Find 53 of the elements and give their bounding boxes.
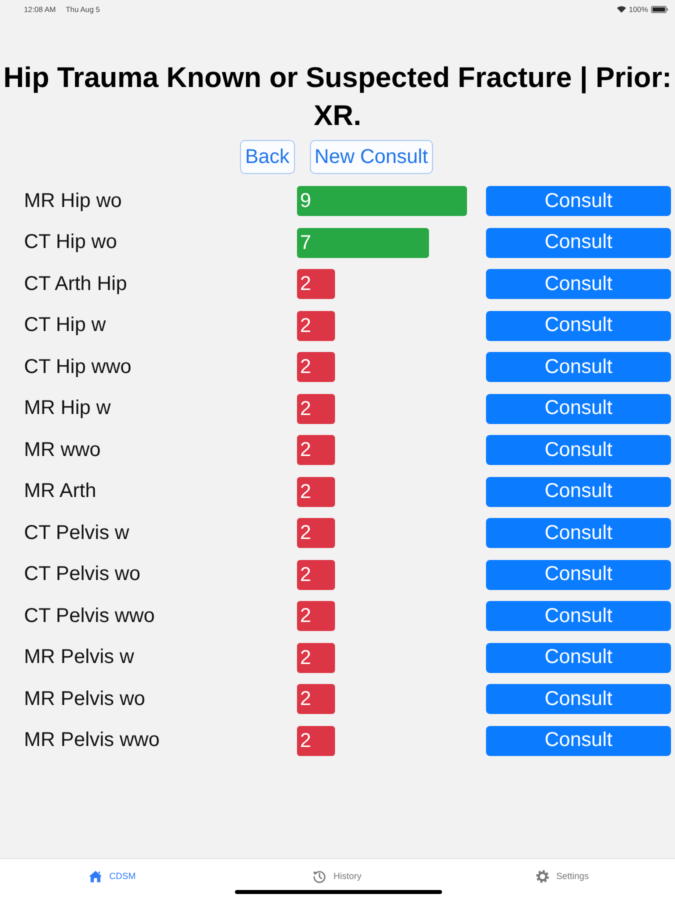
exam-name: MR Hip w — [24, 397, 112, 420]
settings-icon — [536, 870, 550, 882]
consult-button[interactable]: Consult — [486, 186, 671, 216]
nav-button[interactable]: Back — [240, 140, 295, 174]
exam-name: MR Pelvis wwo — [24, 729, 161, 752]
consult-button[interactable]: Consult — [486, 394, 671, 424]
consult-button[interactable]: Consult — [486, 476, 671, 506]
score-bar: 2 — [297, 642, 335, 672]
battery-icon — [651, 6, 668, 12]
exam-name: MR wwo — [24, 438, 102, 462]
tab-item[interactable]: CDSM — [89, 868, 136, 884]
consult-button[interactable]: Consult — [486, 560, 671, 590]
score-bar: 2 — [297, 394, 335, 424]
exam-name: CT Hip wwo — [24, 356, 132, 378]
score-bar: 2 — [297, 352, 335, 382]
wifi-icon — [616, 6, 626, 12]
exam-name: MR Hip wo — [24, 190, 123, 212]
tab-item[interactable]: Settings — [536, 868, 589, 884]
consult-button[interactable]: Consult — [486, 352, 671, 382]
home-icon — [89, 870, 102, 882]
score-bar: 2 — [297, 726, 335, 756]
consult-button[interactable]: Consult — [486, 726, 671, 756]
tab-item[interactable]: History — [313, 868, 362, 884]
consult-button[interactable]: Consult — [486, 684, 671, 714]
exam-name: CT Arth Hip — [24, 272, 128, 296]
consult-button[interactable]: Consult — [486, 601, 671, 631]
score-bar: 2 — [297, 684, 335, 714]
exam-name: MR Arth — [24, 480, 98, 503]
exam-name: CT Pelvis wo — [24, 563, 142, 586]
score-bar: 2 — [297, 560, 335, 590]
exam-name: CT Hip w — [24, 314, 107, 337]
consult-button[interactable]: Consult — [486, 518, 671, 548]
score-bar: 2 — [297, 310, 335, 340]
score-bar: 2 — [297, 269, 335, 299]
page-title: Hip Trauma Known or Suspected Fracture | Prior: XR. — [2, 61, 673, 134]
history-icon — [313, 870, 326, 882]
exam-name: MR Pelvis w — [24, 646, 136, 669]
score-bar: 2 — [297, 476, 335, 506]
score-bar: 2 — [297, 601, 335, 631]
exam-name: CT Pelvis w — [24, 522, 130, 544]
consult-button[interactable]: Consult — [486, 269, 671, 299]
exam-name: CT Pelvis wwo — [24, 604, 156, 628]
nav-button[interactable]: New Consult — [310, 140, 433, 174]
score-bar: 2 — [297, 435, 335, 465]
consult-button[interactable]: Consult — [486, 228, 671, 258]
score-bar: 7 — [297, 228, 430, 258]
score-bar: 9 — [297, 186, 467, 216]
score-bar: 2 — [297, 518, 335, 548]
consult-button[interactable]: Consult — [486, 435, 671, 465]
exam-name: MR Pelvis wo — [24, 688, 146, 710]
consult-button[interactable]: Consult — [486, 642, 671, 672]
consult-button[interactable]: Consult — [486, 310, 671, 340]
exam-name: CT Hip wo — [24, 231, 118, 254]
